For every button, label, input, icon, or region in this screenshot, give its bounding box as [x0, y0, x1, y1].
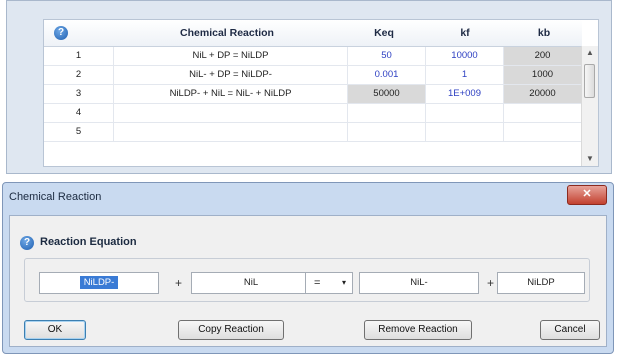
keq-cell[interactable] [348, 123, 426, 141]
reactant1-field[interactable]: NiLDP- [39, 272, 159, 294]
product1-field[interactable]: NiL- [359, 272, 479, 294]
row-number: 2 [44, 66, 114, 84]
kf-cell[interactable]: 10000 [426, 47, 504, 65]
reaction-cell[interactable] [114, 123, 348, 141]
keq-cell[interactable]: 0.001 [348, 66, 426, 84]
column-header-kb[interactable]: kb [506, 20, 582, 46]
vertical-scrollbar[interactable]: ▲ ▼ [581, 46, 598, 166]
reaction-cell[interactable]: NiLDP- + NiL = NiL- + NiLDP [114, 85, 348, 103]
section-title: Reaction Equation [40, 236, 137, 248]
chevron-down-icon: ▾ [341, 278, 346, 287]
help-icon[interactable]: ? [54, 26, 68, 40]
operator-value: = [314, 277, 321, 289]
reactant1-value: NiLDP- [79, 276, 119, 289]
reaction-cell[interactable]: NiL + DP = NiLDP [114, 47, 348, 65]
keq-cell[interactable]: 50 [348, 47, 426, 65]
kf-cell[interactable]: 1 [426, 66, 504, 84]
kb-cell[interactable]: 20000 [504, 85, 582, 103]
kf-cell[interactable]: 1E+009 [426, 85, 504, 103]
kb-cell[interactable] [504, 104, 582, 122]
close-button[interactable]: ✕ [567, 185, 607, 205]
keq-cell[interactable]: 50000 [348, 85, 426, 103]
reaction-cell[interactable] [114, 104, 348, 122]
plus-sign: + [487, 276, 495, 290]
column-header-keq[interactable]: Keq [348, 20, 420, 46]
kf-cell[interactable] [426, 104, 504, 122]
dialog-title: Chemical Reaction [9, 191, 102, 203]
kf-cell[interactable] [426, 123, 504, 141]
table-row[interactable]: 1 NiL + DP = NiLDP 50 10000 200 [44, 47, 582, 66]
scroll-up-icon[interactable]: ▲ [582, 46, 598, 60]
kb-cell[interactable]: 1000 [504, 66, 582, 84]
scroll-down-icon[interactable]: ▼ [582, 152, 598, 166]
product2-field[interactable]: NiLDP [497, 272, 585, 294]
cancel-button[interactable]: Cancel [540, 320, 600, 340]
row-number: 5 [44, 123, 114, 141]
table-row[interactable]: 4 [44, 104, 582, 123]
table-row[interactable]: 3 NiLDP- + NiL = NiL- + NiLDP 50000 1E+0… [44, 85, 582, 104]
row-number: 3 [44, 85, 114, 103]
ok-button[interactable]: OK [24, 320, 86, 340]
scroll-thumb[interactable] [584, 64, 595, 98]
plus-sign: + [175, 276, 183, 290]
copy-reaction-button[interactable]: Copy Reaction [178, 320, 284, 340]
reaction-grid-frame: ? Chemical Reaction Keq kf kb 1 NiL + DP… [6, 0, 612, 174]
column-header-kf[interactable]: kf [426, 20, 504, 46]
kb-cell[interactable]: 200 [504, 47, 582, 65]
remove-reaction-button[interactable]: Remove Reaction [364, 320, 472, 340]
equation-group: NiLDP- + NiL = ▾ NiL- + NiLDP [24, 258, 590, 302]
row-number: 4 [44, 104, 114, 122]
grid-header: ? Chemical Reaction Keq kf kb [44, 20, 582, 47]
reactant2-field[interactable]: NiL [191, 272, 311, 294]
table-row[interactable]: 5 [44, 123, 582, 142]
keq-cell[interactable] [348, 104, 426, 122]
reaction-grid: ? Chemical Reaction Keq kf kb 1 NiL + DP… [43, 19, 599, 167]
reaction-cell[interactable]: NiL- + DP = NiLDP- [114, 66, 348, 84]
dialog-body: ? Reaction Equation NiLDP- + NiL = ▾ NiL… [9, 215, 607, 347]
table-row[interactable]: 2 NiL- + DP = NiLDP- 0.001 1 1000 [44, 66, 582, 85]
operator-select[interactable]: = ▾ [305, 272, 353, 294]
column-header-reaction[interactable]: Chemical Reaction [124, 20, 330, 46]
chemical-reaction-dialog: Chemical Reaction ✕ ? Reaction Equation … [2, 182, 614, 354]
help-icon[interactable]: ? [20, 236, 34, 250]
row-number: 1 [44, 47, 114, 65]
kb-cell[interactable] [504, 123, 582, 141]
